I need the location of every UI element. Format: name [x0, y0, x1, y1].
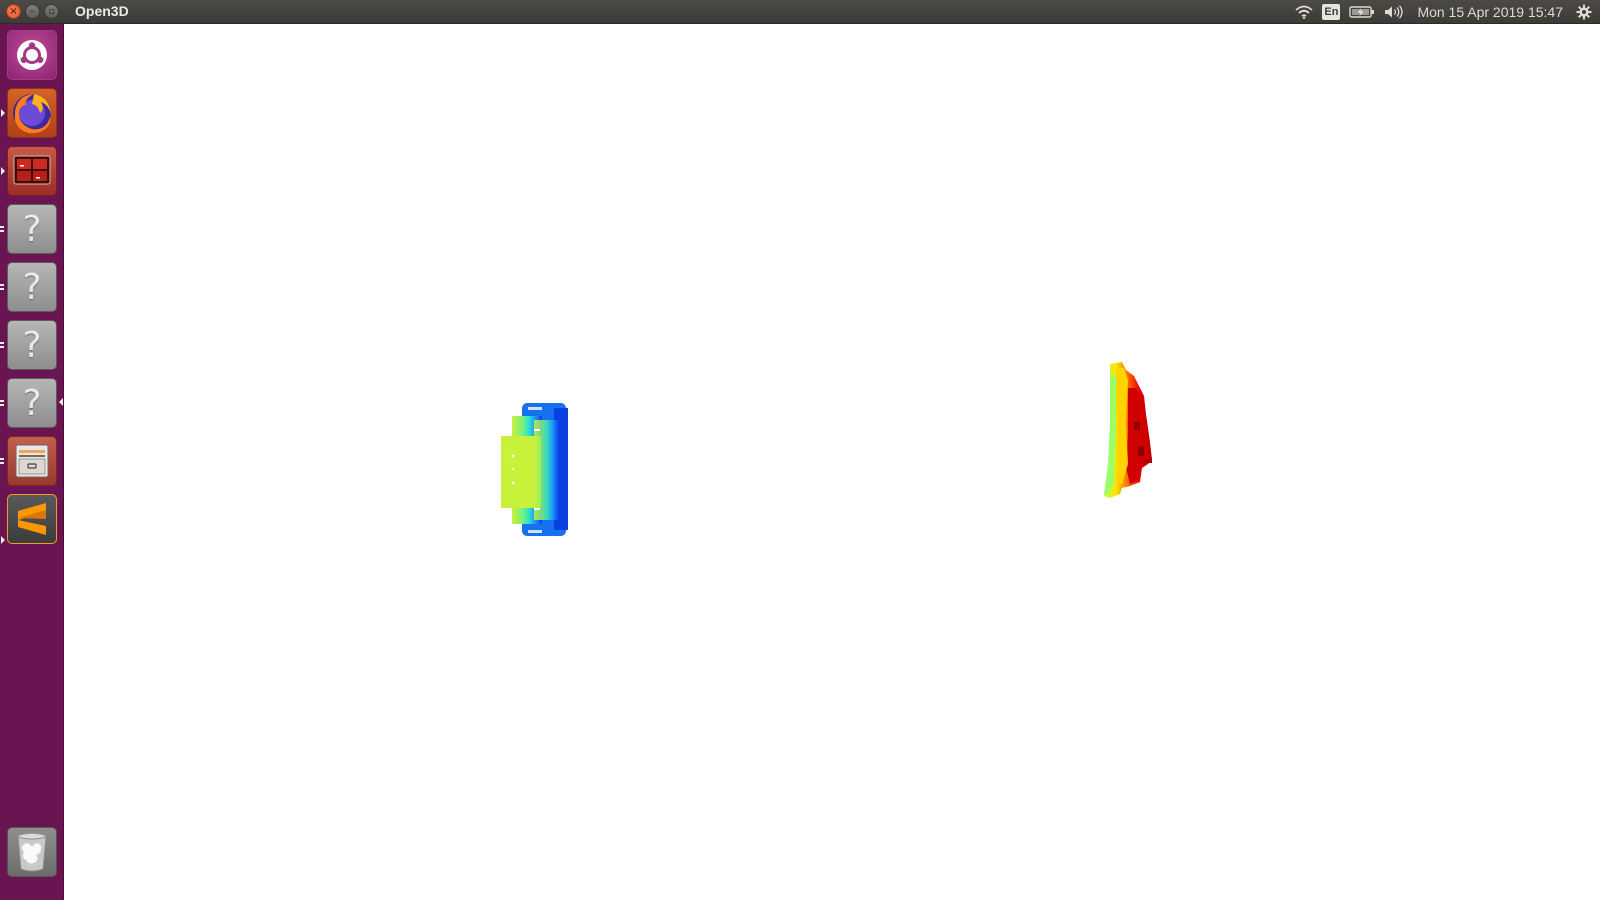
- launcher-sublime-text-button[interactable]: [7, 494, 57, 544]
- running-indicator: [0, 400, 4, 402]
- launcher-firefox-button[interactable]: [7, 88, 57, 138]
- indicator-area: En Mon 15 Apr 2019 15:47: [1295, 0, 1592, 24]
- question-mark-icon: ?: [22, 208, 42, 250]
- running-indicator: [0, 404, 4, 406]
- battery-icon[interactable]: [1349, 5, 1375, 19]
- keyboard-layout-label: En: [1322, 4, 1341, 20]
- running-indicator: [0, 346, 4, 348]
- running-indicator: [0, 462, 4, 464]
- ubuntu-logo-icon: [17, 40, 47, 70]
- firefox-icon: [13, 94, 51, 134]
- launcher-system-monitor-button[interactable]: [7, 146, 57, 196]
- minimize-button[interactable]: –: [25, 4, 40, 19]
- maximize-button[interactable]: ▫: [44, 4, 59, 19]
- launcher-unknown-app-1-button[interactable]: ?: [7, 204, 57, 254]
- file-cabinet-icon: [15, 444, 49, 478]
- running-indicator: [0, 288, 4, 290]
- question-mark-icon: ?: [22, 324, 42, 366]
- top-panel: × – ▫ Open3D En Mon 15 Apr 2019 15:47: [0, 0, 1600, 24]
- system-gear-icon[interactable]: [1576, 4, 1592, 20]
- active-indicator: [59, 398, 63, 406]
- running-indicator: [1, 536, 5, 544]
- running-indicator: [0, 342, 4, 344]
- right-point-cloud-object: [1104, 362, 1152, 498]
- launcher-unknown-app-3-button[interactable]: ?: [7, 320, 57, 370]
- running-indicator: [1, 109, 5, 117]
- running-indicator: [0, 230, 4, 232]
- launcher-file-cabinet-button[interactable]: [7, 436, 57, 486]
- wifi-icon[interactable]: [1295, 5, 1313, 19]
- running-indicator: [0, 284, 4, 286]
- launcher-unknown-app-2-button[interactable]: ?: [7, 262, 57, 312]
- launcher-trash-button[interactable]: [7, 827, 57, 877]
- clock[interactable]: Mon 15 Apr 2019 15:47: [1417, 4, 1563, 20]
- left-point-cloud-object: [501, 403, 568, 536]
- keyboard-layout-indicator[interactable]: En: [1322, 4, 1341, 20]
- volume-icon[interactable]: [1384, 5, 1404, 19]
- launcher: ? ? ? ?: [0, 24, 64, 900]
- launcher-unknown-app-4-button[interactable]: ?: [7, 378, 57, 428]
- running-indicator: [0, 458, 4, 460]
- sublime-text-icon: [18, 503, 46, 535]
- question-mark-icon: ?: [22, 266, 42, 308]
- trash-icon: [17, 833, 47, 872]
- system-monitor-icon: [13, 155, 51, 185]
- app-title: Open3D: [75, 3, 129, 19]
- question-mark-icon: ?: [22, 382, 42, 424]
- point-cloud-canvas[interactable]: [64, 24, 1600, 900]
- open3d-viewport[interactable]: [64, 24, 1600, 900]
- window-controls: × – ▫: [6, 4, 59, 20]
- running-indicator: [0, 226, 4, 228]
- running-indicator: [1, 167, 5, 175]
- launcher-dash-button[interactable]: [7, 30, 57, 80]
- close-button[interactable]: ×: [6, 4, 21, 19]
